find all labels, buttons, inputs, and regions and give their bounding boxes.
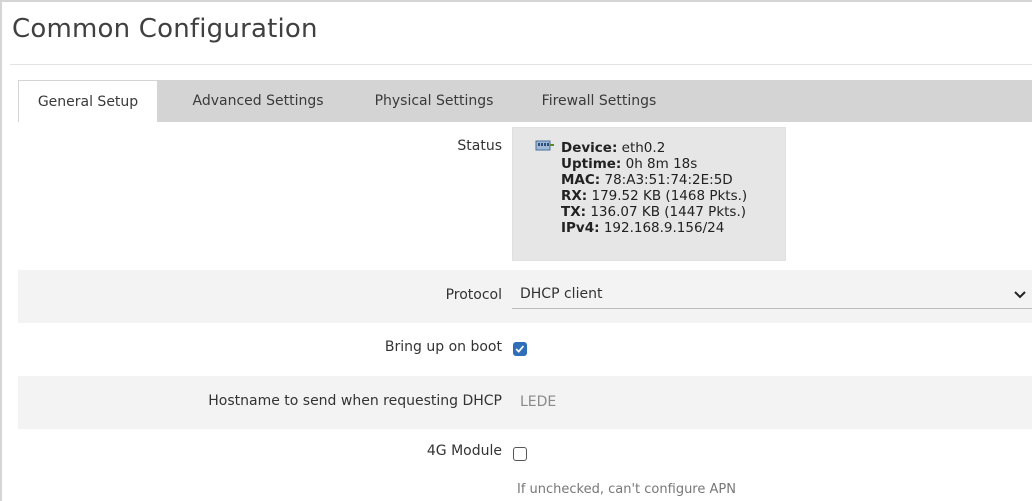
module4g-checkbox[interactable] (513, 447, 527, 461)
status-label: Status (457, 138, 502, 154)
boot-checkbox[interactable] (513, 342, 527, 356)
status-uptime: Uptime: 0h 8m 18s (561, 156, 698, 172)
tab-general-setup[interactable]: General Setup (18, 80, 158, 122)
tab-firewall-settings[interactable]: Firewall Settings (524, 80, 674, 122)
tab-physical-settings[interactable]: Physical Settings (358, 80, 510, 122)
module4g-label: 4G Module (426, 443, 502, 459)
tab-bar: General Setup Advanced Settings Physical… (18, 80, 1032, 122)
status-mac: MAC: 78:A3:51:74:2E:5D (561, 172, 733, 188)
protocol-selected-value: DHCP client (520, 286, 603, 302)
title-divider (10, 64, 1032, 65)
tab-advanced-settings[interactable]: Advanced Settings (166, 80, 350, 122)
status-panel: Device: eth0.2 Uptime: 0h 8m 18s MAC: 78… (512, 127, 786, 261)
hostname-label: Hostname to send when requesting DHCP (208, 393, 502, 409)
status-tx: TX: 136.07 KB (1447 Pkts.) (561, 204, 747, 220)
page-title: Common Configuration (12, 14, 318, 44)
boot-label: Bring up on boot (384, 339, 502, 355)
chevron-down-icon (1014, 291, 1026, 299)
module4g-help-text: If unchecked, can't configure APN (517, 482, 736, 497)
status-rx: RX: 179.52 KB (1468 Pkts.) (561, 188, 748, 204)
hostname-input[interactable]: LEDE (512, 388, 1032, 416)
protocol-label: Protocol (445, 287, 502, 303)
network-port-icon (535, 140, 554, 151)
checkmark-icon (515, 345, 525, 353)
status-ipv4: IPv4: 192.168.9.156/24 (561, 220, 725, 236)
protocol-select[interactable]: DHCP client (512, 281, 1032, 309)
status-device: Device: eth0.2 (561, 140, 666, 156)
